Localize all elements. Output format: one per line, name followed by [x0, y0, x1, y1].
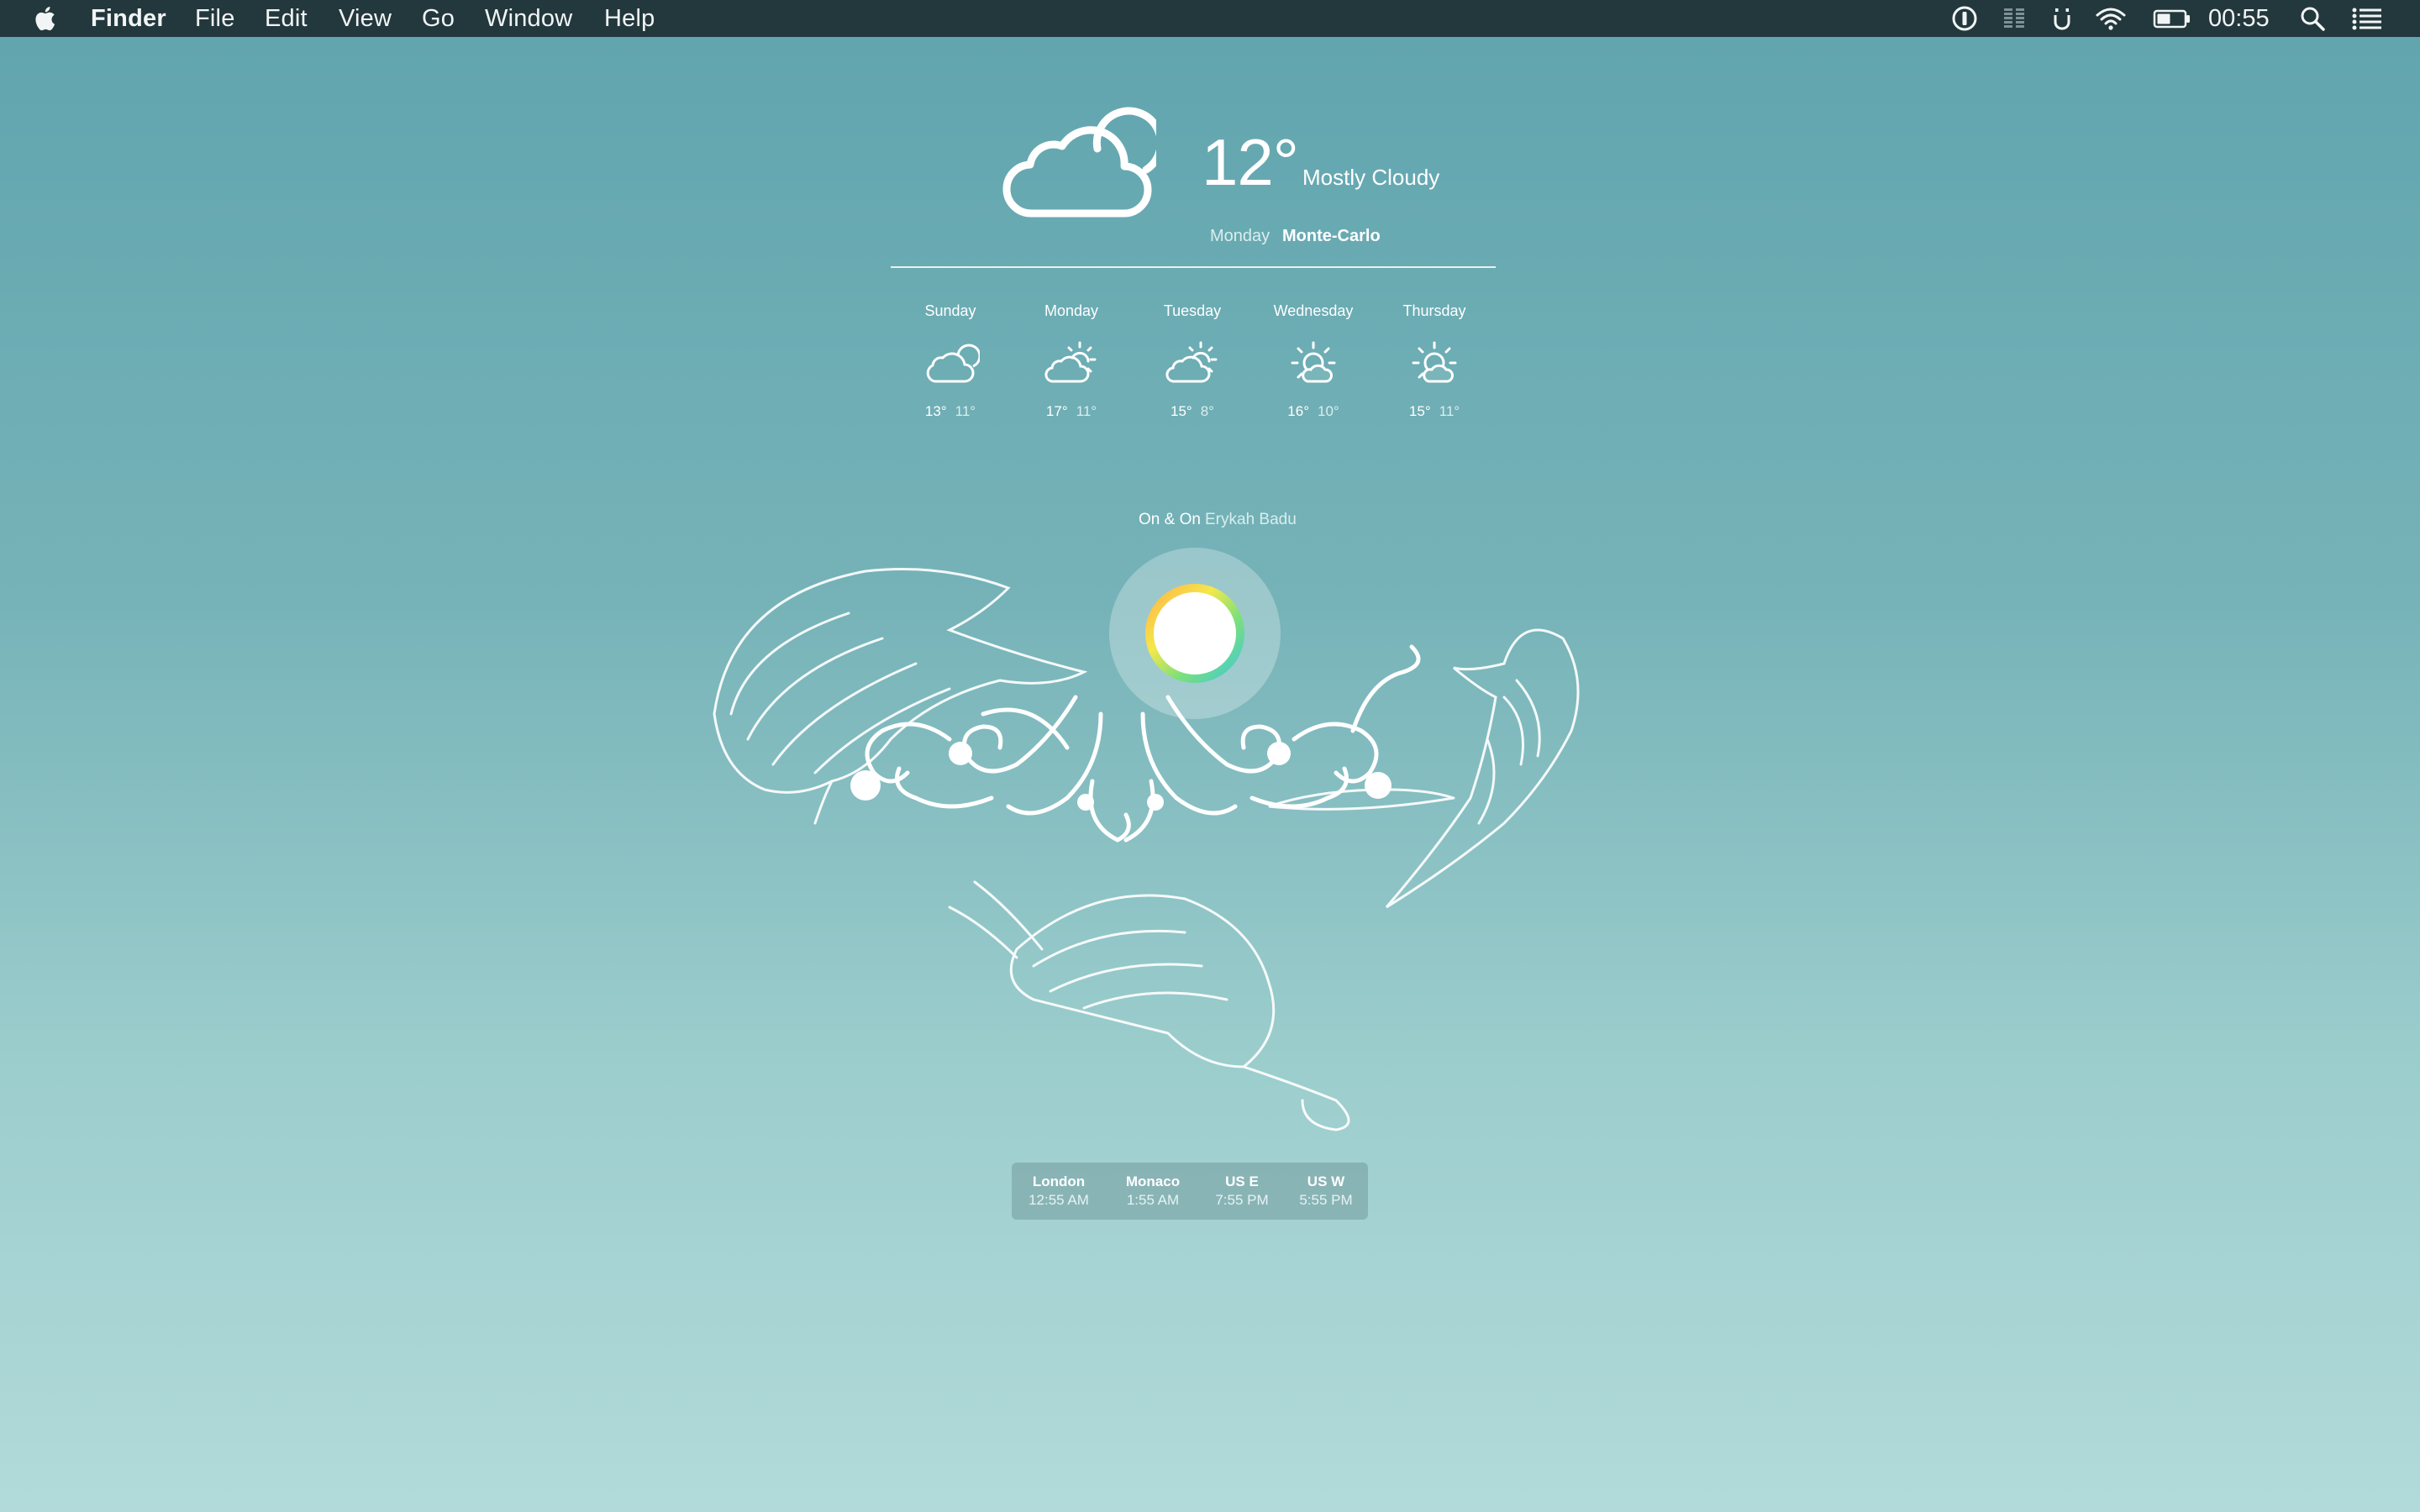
menu-go[interactable]: Go	[422, 0, 455, 37]
forecast-day-name: Monday	[1044, 302, 1099, 319]
world-clock-item: US W 5:55 PM	[1286, 1173, 1366, 1210]
forecast-day-name: Sunday	[924, 302, 976, 319]
forecast-high: 15°	[1171, 403, 1192, 419]
forecast-day: Monday 17° 11°	[1004, 301, 1139, 420]
spotlight-icon[interactable]	[2299, 5, 2326, 32]
menu-view[interactable]: View	[339, 0, 392, 37]
equalizer-icon[interactable]	[2002, 5, 2027, 32]
forecast-high: 13°	[924, 403, 947, 419]
mostly-sunny-icon	[1412, 341, 1457, 383]
progress-ring-icon	[1145, 584, 1244, 683]
mostly-sunny-icon	[1291, 341, 1336, 383]
menu-edit[interactable]: Edit	[265, 0, 308, 37]
now-playing-song: On & On	[1139, 511, 1201, 528]
world-clock-city: US E	[1225, 1173, 1259, 1189]
now-playing-artist: Erykah Badu	[1205, 511, 1297, 528]
world-clock-time: 1:55 AM	[1126, 1192, 1180, 1208]
forecast-day-name: Wednesday	[1273, 302, 1354, 319]
wifi-icon[interactable]	[2094, 5, 2128, 32]
forecast-high: 15°	[1408, 403, 1431, 419]
world-clock-city: London	[1032, 1173, 1086, 1189]
forecast-day-name: Thursday	[1402, 302, 1466, 319]
forecast-low: 11°	[1076, 403, 1097, 419]
partly-sunny-icon	[1044, 341, 1097, 383]
weather-divider	[891, 266, 1496, 268]
menu-window[interactable]: Window	[485, 0, 572, 37]
forecast-low: 10°	[1318, 403, 1339, 419]
menu-file[interactable]: File	[195, 0, 235, 37]
cloudy-icon	[1002, 107, 1156, 218]
forecast-day: Thursday 15° 11°	[1367, 301, 1502, 420]
forecast-high: 17°	[1045, 403, 1068, 419]
current-city[interactable]: Monte-Carlo	[1282, 227, 1381, 246]
world-clock-panel: London 12:55 AM Monaco 1:55 AM US E 7:55…	[1012, 1163, 1368, 1220]
world-clock-time: 5:55 PM	[1299, 1192, 1353, 1208]
forecast-day: Tuesday 15° 8°	[1125, 301, 1260, 420]
partly-sunny-icon	[1165, 341, 1218, 383]
battery-icon[interactable]	[2153, 5, 2191, 32]
forecast-day-name: Tuesday	[1163, 302, 1222, 319]
world-clock-city: Monaco	[1125, 1173, 1181, 1189]
onepassword-icon[interactable]	[1951, 5, 1978, 32]
world-clock-time: 7:55 PM	[1215, 1192, 1269, 1208]
world-clock-time: 12:55 AM	[1028, 1192, 1089, 1208]
menu-app-name[interactable]: Finder	[91, 0, 166, 37]
current-condition: Mostly Cloudy	[1302, 165, 1440, 190]
current-temperature: 12°	[1202, 125, 1299, 199]
notification-center-icon[interactable]	[2351, 5, 2383, 32]
menu-bar: Finder File Edit View Go Window Help 00:…	[0, 0, 2420, 37]
apple-menu-icon[interactable]	[32, 3, 60, 34]
world-clock-item: London 12:55 AM	[1018, 1173, 1099, 1210]
forecast-low: 8°	[1200, 403, 1214, 419]
cloudy-icon	[926, 344, 980, 383]
forecast-high: 16°	[1287, 403, 1309, 419]
menubar-clock[interactable]: 00:55	[2208, 0, 2270, 37]
current-day: Monday	[1210, 227, 1270, 245]
world-clock-city: US W	[1307, 1173, 1345, 1189]
world-clock-item: US E 7:55 PM	[1202, 1173, 1282, 1210]
forecast-day: Wednesday 16° 10°	[1246, 301, 1381, 420]
menu-help[interactable]: Help	[604, 0, 655, 37]
forecast-low: 11°	[955, 403, 976, 419]
forecast-day: Sunday 13° 11°	[883, 301, 1018, 420]
forecast-low: 11°	[1439, 403, 1460, 419]
unibox-icon[interactable]	[2050, 5, 2074, 32]
world-clock-item: Monaco 1:55 AM	[1113, 1173, 1193, 1210]
